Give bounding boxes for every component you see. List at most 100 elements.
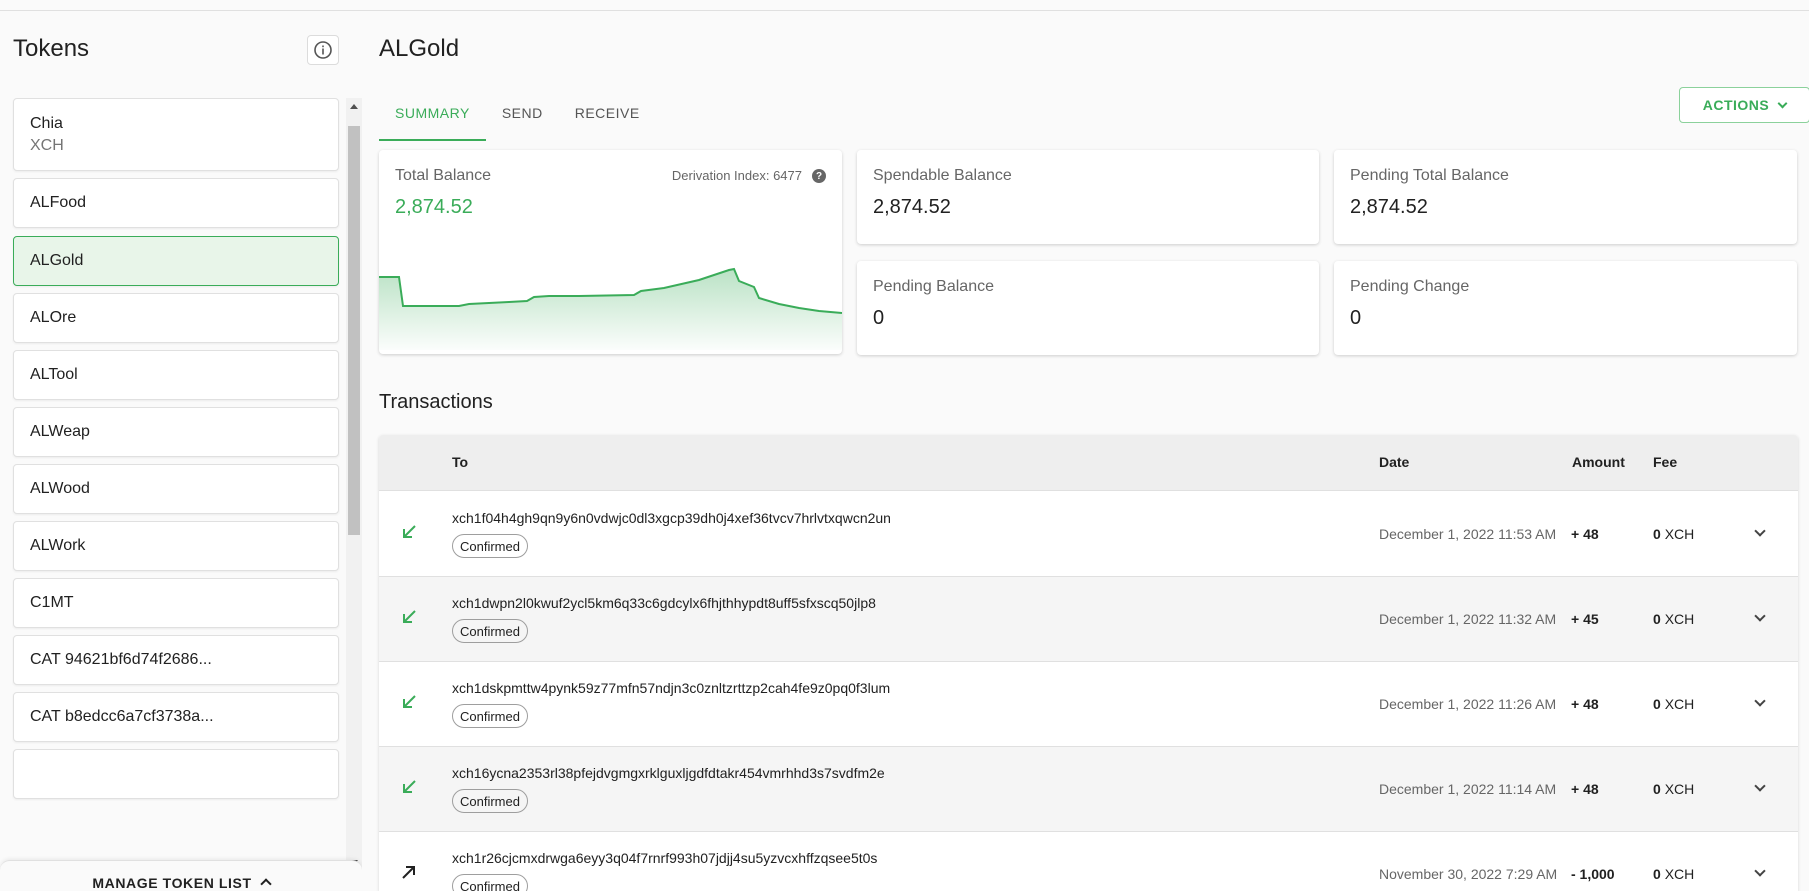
tx-address: xch1dskpmttw4pynk59z77mfn57ndjn3c0znltzr… [452,680,891,696]
transactions-table: To Date Amount Fee xch1f04h4gh9qn9y6n0vd… [379,435,1798,891]
token-name: ALTool [30,366,78,383]
main-content: ALGold SUMMARY SEND RECEIVE ACTIONS Tota… [362,11,1809,891]
actions-label: ACTIONS [1702,97,1770,113]
help-icon[interactable]: ? [812,169,826,183]
tx-fee-unit: XCH [1664,526,1695,542]
tx-fee-unit: XCH [1664,866,1695,882]
token-name: ALOre [30,309,77,326]
tx-amount: + 45 [1571,611,1599,627]
column-header-fee[interactable]: Fee [1653,454,1677,470]
tx-fee: 0 XCH [1653,526,1694,542]
tab-receive[interactable]: RECEIVE [559,91,656,141]
column-header-date[interactable]: Date [1379,454,1409,470]
status-badge: Confirmed [452,619,528,643]
table-header: To Date Amount Fee [379,435,1798,491]
tx-fee: 0 XCH [1653,781,1694,797]
tx-fee-unit: XCH [1664,611,1695,627]
pending-total-balance-card: Pending Total Balance 2,874.52 [1334,150,1797,244]
token-item-alwork[interactable]: ALWork [13,521,339,571]
tx-fee: 0 XCH [1653,696,1694,712]
table-row[interactable]: xch1f04h4gh9qn9y6n0vdwjc0dl3xgcp39dh0j4x… [379,492,1798,577]
pending-change-card: Pending Change 0 [1334,261,1797,355]
arrow-incoming-icon [403,780,416,793]
token-name: ALFood [30,194,87,211]
token-list-scrollbar[interactable] [346,98,362,871]
arrow-incoming-icon [403,525,416,538]
table-row[interactable]: xch16ycna2353rl38pfejdvgmgxrklguxljgdfdt… [379,747,1798,832]
token-name: ALWeap [30,423,90,440]
chevron-up-icon [259,878,272,890]
status-badge: Confirmed [452,534,528,558]
tx-fee: 0 XCH [1653,611,1694,627]
arrow-incoming-icon [403,610,416,623]
spendable-balance-card: Spendable Balance 2,874.52 [857,150,1319,244]
token-item-alwood[interactable]: ALWood [13,464,339,514]
tx-date: December 1, 2022 11:14 AM [1379,781,1557,797]
table-row[interactable]: xch1dskpmttw4pynk59z77mfn57ndjn3c0znltzr… [379,662,1798,747]
token-item-algold[interactable]: ALGold [13,236,339,286]
actions-button[interactable]: ACTIONS [1679,87,1809,123]
token-item-cat-94621[interactable]: CAT 94621bf6d74f2686... [13,635,339,685]
token-name: C1MT [30,594,74,611]
token-item-altool[interactable]: ALTool [13,350,339,400]
tokens-sidebar: Tokens Chia XCH ALFood ALGold ALOre ALTo… [0,11,362,891]
total-balance-value: 2,874.52 [395,196,473,218]
manage-token-list-button[interactable]: MANAGE TOKEN LIST [0,860,362,891]
expand-chevron-icon[interactable] [1754,780,1766,792]
tx-fee-value: 0 [1653,781,1661,797]
tx-address: xch1r26cjcmxdrwga6eyy3q04f7rnrf993h07jdj… [452,850,878,866]
scroll-up-icon[interactable] [350,104,358,109]
expand-chevron-icon[interactable] [1754,695,1766,707]
table-row[interactable]: xch1dwpn2l0kwuf2ycl5km6q33c6gdcylx6fhjth… [379,577,1798,662]
expand-chevron-icon[interactable] [1754,610,1766,622]
token-item-c1mt[interactable]: C1MT [13,578,339,628]
tx-amount: + 48 [1571,781,1599,797]
column-header-to[interactable]: To [452,454,468,470]
token-name: Chia [30,114,63,132]
tx-date: December 1, 2022 11:53 AM [1379,526,1557,542]
tx-address: xch16ycna2353rl38pfejdvgmgxrklguxljgdfdt… [452,765,885,781]
tx-fee-value: 0 [1653,611,1661,627]
pending-balance-value: 0 [873,307,885,329]
spendable-balance-label: Spendable Balance [873,167,1012,184]
tab-bar: SUMMARY SEND RECEIVE [379,91,656,141]
status-badge: Confirmed [452,704,528,728]
chevron-down-icon [1777,98,1788,108]
token-item-alweap[interactable]: ALWeap [13,407,339,457]
tx-fee-value: 0 [1653,866,1661,882]
table-row[interactable]: xch1r26cjcmxdrwga6eyy3q04f7rnrf993h07jdj… [379,832,1798,891]
tx-fee-value: 0 [1653,696,1661,712]
expand-chevron-icon[interactable] [1754,525,1766,537]
token-item-cat-b8edcc[interactable]: CAT b8edcc6a7cf3738a... [13,692,339,742]
sidebar-title: Tokens [13,35,90,62]
top-bar [0,0,1809,11]
pending-total-balance-value: 2,874.52 [1350,196,1428,218]
page-title: ALGold [379,35,460,62]
column-header-amount[interactable]: Amount [1572,454,1625,470]
scroll-thumb[interactable] [348,126,360,535]
tab-summary[interactable]: SUMMARY [379,91,486,141]
token-name: CAT b8edcc6a7cf3738a... [30,708,214,725]
tx-date: December 1, 2022 11:32 AM [1379,611,1557,627]
balance-sparkline [379,267,842,350]
token-name: ALWork [30,537,86,554]
token-item-partial[interactable] [13,749,339,799]
tx-fee: 0 XCH [1653,866,1694,882]
info-button[interactable] [307,35,339,65]
token-item-alore[interactable]: ALOre [13,293,339,343]
token-item-chia[interactable]: Chia XCH [13,98,339,171]
token-item-alfood[interactable]: ALFood [13,178,339,228]
tx-amount: - 1,000 [1571,866,1615,882]
pending-balance-label: Pending Balance [873,278,994,295]
token-name: ALGold [30,252,84,269]
total-balance-card: Total Balance Derivation Index: 6477 ? 2… [379,150,842,354]
tx-date: December 1, 2022 11:26 AM [1379,696,1557,712]
tab-send[interactable]: SEND [486,91,559,141]
tx-fee-unit: XCH [1664,696,1695,712]
expand-chevron-icon[interactable] [1754,865,1766,877]
tx-amount: + 48 [1571,696,1599,712]
pending-change-value: 0 [1350,307,1362,329]
arrow-incoming-icon [403,695,416,708]
status-badge: Confirmed [452,874,528,891]
token-symbol: XCH [30,136,64,154]
